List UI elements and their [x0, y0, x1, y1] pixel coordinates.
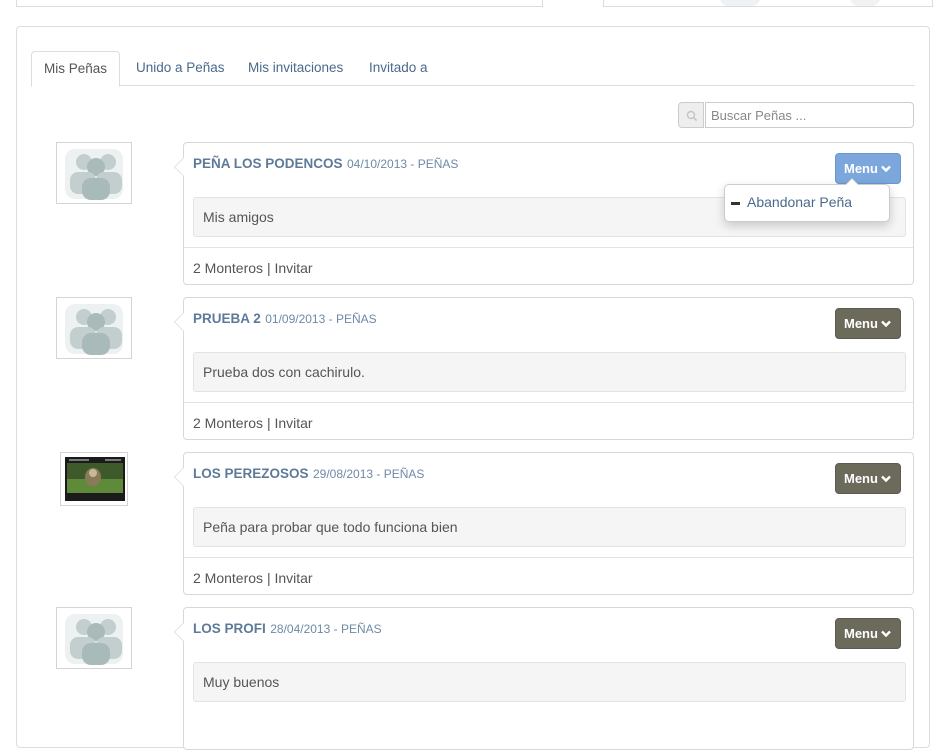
penas-panel: Mis Peñas Unido a Peñas Mis invitaciones… [16, 26, 930, 750]
pena-description: Prueba dos con cachirulo. [193, 352, 906, 392]
top-icon-faded-2 [850, 0, 880, 6]
menu-label: Menu [844, 626, 878, 641]
members-link[interactable]: 2 Monteros [193, 570, 263, 586]
pena-card: PRUEBA 2 01/09/2013 - PEÑAS Menu Prueba … [174, 297, 914, 440]
group-avatar-icon[interactable] [56, 297, 132, 359]
leave-pena-label: Abandonar Peña [747, 194, 853, 210]
pena-card: LOS PEREZOSOS 29/08/2013 - PEÑAS Menu Pe… [174, 452, 914, 595]
menu-button[interactable]: Menu [835, 463, 901, 494]
members-link[interactable]: 2 Monteros [193, 415, 263, 431]
leave-pena-menu-item[interactable]: Abandonar Peña [731, 194, 853, 210]
menu-label: Menu [844, 316, 878, 331]
group-avatar-icon[interactable] [56, 142, 132, 204]
group-avatar-icon[interactable] [56, 607, 132, 669]
menu-label: Menu [844, 161, 878, 176]
card-footer: 2 Monteros | Invitar [193, 415, 313, 431]
menu-button[interactable]: Menu [835, 308, 901, 339]
pena-name[interactable]: PEÑA LOS PODENCOS [193, 156, 343, 171]
divider [184, 247, 913, 248]
invite-link[interactable]: Invitar [274, 570, 312, 586]
chevron-down-icon [881, 475, 891, 483]
pena-meta: 29/08/2013 - PEÑAS [312, 467, 425, 481]
invite-link[interactable]: Invitar [274, 415, 312, 431]
tab-mis-invitaciones[interactable]: Mis invitaciones [234, 51, 357, 84]
pena-description: Peña para probar que todo funciona bien [193, 507, 906, 547]
pena-meta: 28/04/2013 - PEÑAS [270, 622, 382, 636]
tab-mis-penas[interactable]: Mis Peñas [31, 51, 121, 87]
sloth-photo[interactable] [60, 452, 128, 506]
card-header: LOS PROFI 28/04/2013 - PEÑAS [193, 620, 382, 638]
tab-bar: Mis Peñas Unido a Peñas Mis invitaciones… [31, 51, 915, 87]
tab-unido-a-penas[interactable]: Unido a Peñas [122, 51, 239, 84]
pena-card: LOS PROFI 28/04/2013 - PEÑAS Menu Muy bu… [174, 607, 914, 750]
members-link[interactable]: 2 Monteros [193, 260, 263, 276]
pena-description: Muy buenos [193, 662, 906, 702]
invite-link[interactable]: Invitar [274, 260, 312, 276]
pena-name[interactable]: LOS PROFI [193, 621, 266, 636]
pena-meta: 01/09/2013 - PEÑAS [265, 312, 377, 326]
separator: | [266, 570, 271, 586]
card-header: LOS PEREZOSOS 29/08/2013 - PEÑAS [193, 465, 424, 483]
card-footer: 2 Monteros | Invitar [193, 570, 313, 586]
separator: | [266, 415, 271, 431]
card-header: PEÑA LOS PODENCOS 04/10/2013 - PEÑAS [193, 155, 458, 173]
card-dropdown-menu: Abandonar Peña [724, 178, 890, 222]
divider [184, 402, 913, 403]
pena-meta: 04/10/2013 - PEÑAS [346, 157, 459, 171]
menu-button[interactable]: Menu [835, 618, 901, 649]
top-tab-left [16, 0, 543, 7]
pena-name[interactable]: PRUEBA 2 [193, 311, 261, 326]
chevron-down-icon [881, 165, 891, 173]
search-icon[interactable] [678, 102, 704, 128]
card-header: PRUEBA 2 01/09/2013 - PEÑAS [193, 310, 377, 328]
top-tab-right [603, 0, 933, 7]
separator: | [266, 260, 271, 276]
tab-invitado-a[interactable]: Invitado a [355, 51, 442, 84]
chevron-down-icon [881, 320, 891, 328]
card-footer: 2 Monteros | Invitar [193, 260, 313, 276]
top-strip [0, 0, 939, 10]
divider [184, 557, 913, 558]
search-group [678, 102, 914, 128]
minus-icon [731, 202, 740, 205]
pena-name[interactable]: LOS PEREZOSOS [193, 466, 309, 481]
menu-label: Menu [844, 471, 878, 486]
chevron-down-icon [881, 630, 891, 638]
search-input[interactable] [705, 102, 914, 128]
top-icon-faded [720, 0, 760, 6]
